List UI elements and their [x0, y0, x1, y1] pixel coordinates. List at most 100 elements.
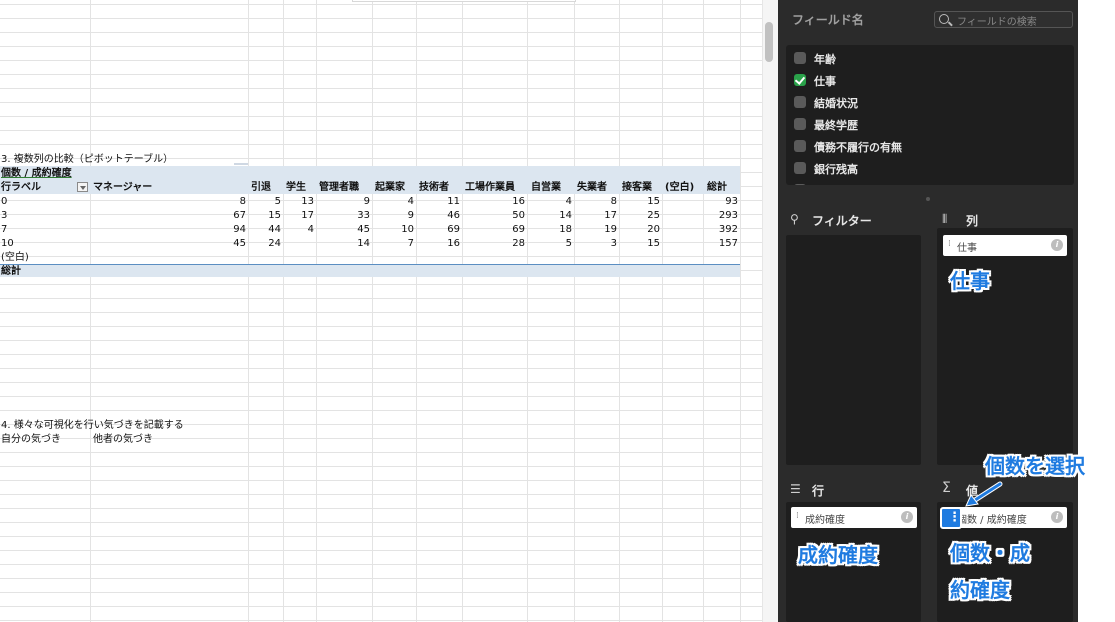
- pivot-cell[interactable]: 20: [620, 223, 660, 236]
- pivot-cell[interactable]: 293: [698, 209, 738, 222]
- pivot-cell[interactable]: 18: [532, 223, 572, 236]
- pivot-cell[interactable]: 4: [374, 195, 414, 208]
- pivot-cell[interactable]: 16: [420, 237, 460, 250]
- pivot-cell[interactable]: 14: [532, 209, 572, 222]
- pivot-cell[interactable]: 67: [206, 209, 246, 222]
- field-list[interactable]: 年齢 仕事 結婚状況 最終学歴 債務不履行の有無 銀行残高: [786, 45, 1074, 185]
- pivot-cell[interactable]: 69: [485, 223, 525, 236]
- pivot-cell[interactable]: 16: [485, 195, 525, 208]
- pivot-cell[interactable]: 15: [620, 195, 660, 208]
- sigma-icon: Σ: [942, 480, 951, 496]
- checkbox-icon[interactable]: [794, 118, 806, 130]
- info-icon[interactable]: i: [901, 511, 913, 523]
- filter-drop-zone[interactable]: [786, 235, 921, 465]
- pivot-value-label[interactable]: 個数 / 成約確度: [1, 167, 72, 180]
- pivot-cell[interactable]: 94: [206, 223, 246, 236]
- checkbox-icon[interactable]: [794, 184, 806, 185]
- info-icon[interactable]: i: [1051, 239, 1063, 251]
- column-divider: [283, 0, 284, 622]
- drag-handle-icon[interactable]: ⁞: [796, 511, 799, 521]
- row-filter-dropdown-icon[interactable]: [77, 182, 88, 192]
- pivot-cell[interactable]: 4: [532, 195, 572, 208]
- column-divider: [703, 0, 704, 622]
- pivot-cell[interactable]: 17: [274, 209, 314, 222]
- pivot-col-header: 失業者: [577, 182, 607, 193]
- rows-field-chip[interactable]: ⁞ 成約確度 i: [791, 507, 917, 528]
- pivot-cell[interactable]: 25: [620, 209, 660, 222]
- pivot-cell[interactable]: 392: [698, 223, 738, 236]
- pivot-col-header: (空白): [665, 182, 695, 193]
- annotation-values-line1: 個数・成: [950, 541, 1030, 565]
- selection-mark: [234, 163, 248, 165]
- pivot-cell[interactable]: 24: [241, 237, 281, 250]
- pivot-cell[interactable]: 8: [206, 195, 246, 208]
- column-divider: [740, 0, 741, 622]
- pivot-row-label: 0: [1, 196, 8, 207]
- pivot-cell[interactable]: 4: [274, 223, 314, 236]
- field-label: 結婚状況: [814, 97, 858, 110]
- total-rule: [0, 264, 740, 265]
- column-divider: [574, 0, 575, 622]
- annotation-select: 個数を選択: [985, 454, 1085, 478]
- pivot-cell[interactable]: 13: [274, 195, 314, 208]
- pivot-cell[interactable]: 93: [698, 195, 738, 208]
- checkbox-icon[interactable]: [794, 52, 806, 64]
- pivot-cell[interactable]: 50: [485, 209, 525, 222]
- pivot-cell[interactable]: 28: [485, 237, 525, 250]
- column-divider: [316, 0, 317, 622]
- field-search-input[interactable]: フィールドの検索: [934, 11, 1073, 28]
- spreadsheet-grid[interactable]: 3. 複数列の比較（ピボットテーブル） 個数 / 成約確度 行ラベル マネージャ…: [0, 0, 762, 622]
- vertical-scrollbar[interactable]: [762, 0, 778, 622]
- pivot-cell[interactable]: 45: [330, 223, 370, 236]
- scrollbar-thumb[interactable]: [765, 22, 773, 62]
- pivot-cell[interactable]: 9: [374, 209, 414, 222]
- pivot-cell[interactable]: 46: [420, 209, 460, 222]
- pivot-cell[interactable]: 5: [532, 237, 572, 250]
- pivot-cell[interactable]: 17: [577, 209, 617, 222]
- pivot-cell[interactable]: 69: [420, 223, 460, 236]
- checked-checkbox-icon[interactable]: [794, 74, 806, 86]
- columns-drop-zone[interactable]: [937, 228, 1073, 465]
- splitter-handle[interactable]: [926, 197, 930, 201]
- rows-icon: ☰: [790, 482, 801, 496]
- pivot-col-header: 接客業: [622, 182, 652, 193]
- pivot-col-header: 自営業: [531, 182, 561, 193]
- columns-field-chip[interactable]: ⁞ 仕事 i: [943, 235, 1067, 256]
- checkbox-icon[interactable]: [794, 96, 806, 108]
- chip-label: 個数 / 成約確度: [957, 515, 1027, 526]
- annotation-arrow-icon: [965, 481, 1003, 507]
- pivot-cell[interactable]: 7: [374, 237, 414, 250]
- pivot-col-header: 工場作業員: [465, 182, 515, 193]
- pivot-cell[interactable]: 33: [330, 209, 370, 222]
- checkbox-icon[interactable]: [794, 140, 806, 152]
- drag-handle-icon[interactable]: ⁞: [948, 239, 951, 249]
- column-divider: [90, 0, 91, 622]
- pivot-cell[interactable]: 9: [330, 195, 370, 208]
- checkbox-icon[interactable]: [794, 162, 806, 174]
- pivot-cell[interactable]: 11: [420, 195, 460, 208]
- column-divider: [372, 0, 373, 622]
- pivot-cell[interactable]: 10: [374, 223, 414, 236]
- values-chip-handle-highlight[interactable]: [940, 507, 962, 529]
- pivot-field-panel: フィールド名 フィールドの検索 年齢 仕事 結婚状況 最終学歴 債務不履行の有無…: [778, 0, 1078, 622]
- pivot-cell[interactable]: 45: [206, 237, 246, 250]
- pivot-cell[interactable]: 14: [330, 237, 370, 250]
- field-label: 銀行残高: [814, 163, 858, 176]
- self-notice-label: 自分の気づき: [1, 434, 61, 445]
- pivot-cell[interactable]: 15: [620, 237, 660, 250]
- pivot-cell[interactable]: 8: [577, 195, 617, 208]
- pivot-cell[interactable]: 19: [577, 223, 617, 236]
- info-icon[interactable]: i: [1051, 511, 1063, 523]
- pivot-cell[interactable]: 3: [577, 237, 617, 250]
- annotation-values-line2: 約確度: [950, 578, 1010, 602]
- other-notice-label: 他者の気づき: [93, 434, 153, 445]
- filter-zone-label: フィルター: [812, 214, 872, 228]
- field-label: 年齢: [814, 53, 836, 66]
- pivot-row-label: 10: [1, 238, 14, 249]
- annotation-columns: 仕事: [950, 269, 990, 293]
- search-placeholder: フィールドの検索: [957, 17, 1037, 28]
- pivot-cell[interactable]: 157: [698, 237, 738, 250]
- pivot-col-header: 起業家: [375, 182, 405, 193]
- window-margin: [1078, 0, 1115, 622]
- column-divider: [416, 0, 417, 622]
